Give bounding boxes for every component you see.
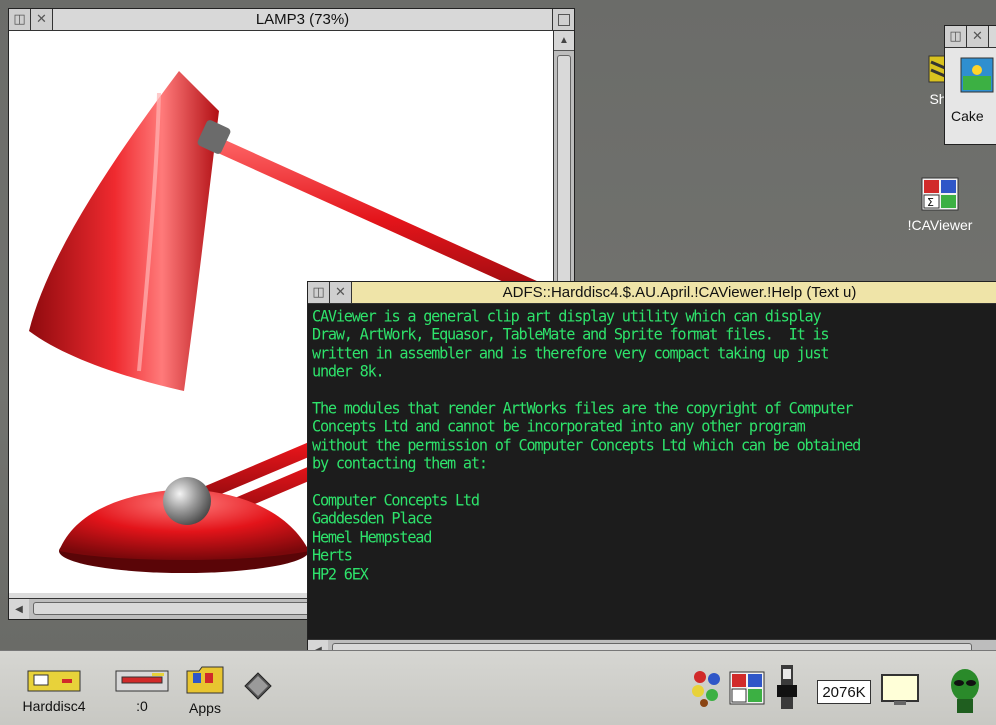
text-line: Draw, ArtWork, Equasor, TableMate and Sp… bbox=[312, 325, 830, 345]
scroll-left-arrow-icon[interactable]: ◀ bbox=[9, 599, 29, 619]
text-line: The modules that render ArtWorks files a… bbox=[312, 399, 853, 418]
desktop-icon-caviewer[interactable]: Σ !CAViewer bbox=[890, 176, 990, 233]
caviewer-icon bbox=[729, 671, 765, 705]
cake-label: Cake bbox=[951, 108, 984, 124]
iconbar-alien[interactable] bbox=[940, 663, 990, 720]
lamp3-titlebar[interactable]: ◫ ✕ LAMP3 (73%) bbox=[9, 9, 574, 31]
close-icon[interactable]: ✕ bbox=[330, 282, 352, 303]
iconbar-label: :0 bbox=[136, 698, 148, 714]
window-title: LAMP3 (73%) bbox=[255, 11, 350, 28]
text-line: CAViewer is a general clip art display u… bbox=[312, 307, 996, 326]
monitor-icon bbox=[881, 674, 919, 705]
iconbar-palette[interactable] bbox=[690, 669, 724, 710]
memory-indicator[interactable]: 2076K bbox=[817, 680, 871, 704]
text-cursor-char: C bbox=[312, 307, 321, 326]
window-title: ADFS::Harddisc4.$.AU.April.!CAViewer.!He… bbox=[352, 282, 996, 303]
apps-folder-icon bbox=[186, 666, 224, 694]
cake-window[interactable]: ◫ ✕ Cake bbox=[944, 25, 996, 145]
text-line: Hemel Hempstead bbox=[312, 527, 432, 547]
harddisc-icon bbox=[27, 670, 81, 692]
help-window-titlebar[interactable]: ◫ ✕ ADFS::Harddisc4.$.AU.April.!CAViewer… bbox=[308, 282, 996, 304]
iconbar-diamond[interactable] bbox=[242, 671, 274, 704]
palette-icon bbox=[692, 671, 720, 707]
cake-app-icon bbox=[960, 57, 994, 93]
back-icon[interactable]: ◫ bbox=[9, 9, 31, 30]
iconbar-display[interactable] bbox=[880, 673, 920, 710]
floppy-icon bbox=[115, 670, 169, 692]
diamond-icon bbox=[244, 672, 272, 700]
svg-text:Σ: Σ bbox=[927, 196, 934, 209]
text-line: written in assembler and is therefore ve… bbox=[312, 343, 830, 363]
back-icon[interactable]: ◫ bbox=[308, 282, 330, 303]
text-line: by contacting them at: bbox=[312, 454, 488, 474]
iconbar-label: Harddisc4 bbox=[22, 698, 86, 714]
text-line bbox=[312, 473, 996, 492]
iconbar-zip[interactable] bbox=[772, 663, 802, 716]
iconbar-caviewer[interactable] bbox=[728, 671, 766, 708]
close-icon[interactable]: ✕ bbox=[967, 26, 989, 47]
desktop-icon-label: !CAViewer bbox=[907, 217, 973, 233]
text-line: under 8k. bbox=[312, 362, 385, 382]
back-icon[interactable]: ◫ bbox=[945, 26, 967, 47]
icon-bar: Harddisc4 :0 Apps 2076K bbox=[0, 650, 996, 725]
iconbar-floppy[interactable]: :0 bbox=[112, 669, 172, 714]
caviewer-icon: Σ bbox=[921, 177, 959, 211]
toggle-size-icon[interactable] bbox=[552, 9, 574, 30]
text-line: Computer Concepts Ltd bbox=[312, 491, 480, 510]
scroll-up-arrow-icon[interactable]: ▲ bbox=[554, 31, 574, 51]
text-line: without the permission of Computer Conce… bbox=[312, 435, 861, 455]
text-line: Gaddesden Place bbox=[312, 509, 432, 529]
iconbar-harddisc4[interactable]: Harddisc4 bbox=[14, 669, 94, 714]
text-line-rest: AViewer is a general clip art display ut… bbox=[319, 307, 822, 326]
help-text-area[interactable]: CAViewer is a general clip art display u… bbox=[308, 304, 996, 639]
cake-window-titlebar[interactable]: ◫ ✕ bbox=[945, 26, 996, 48]
iconbar-label: Apps bbox=[189, 700, 221, 716]
cake-window-content: Cake bbox=[945, 48, 996, 144]
text-line: HP2 6EX bbox=[312, 564, 369, 584]
text-line bbox=[312, 381, 996, 400]
close-icon[interactable]: ✕ bbox=[31, 9, 53, 30]
alien-icon bbox=[951, 669, 979, 713]
iconbar-apps[interactable]: Apps bbox=[180, 665, 230, 716]
text-line: Concepts Ltd and cannot be incorporated … bbox=[312, 417, 806, 437]
zip-icon bbox=[777, 665, 797, 709]
desktop: Sh Σ !CAViewer ◫ ✕ Cake ◫ ✕ LAMP3 (73%) … bbox=[0, 0, 996, 661]
text-line: Herts bbox=[312, 546, 353, 566]
help-text-window[interactable]: ◫ ✕ ADFS::Harddisc4.$.AU.April.!CAViewer… bbox=[307, 281, 996, 661]
